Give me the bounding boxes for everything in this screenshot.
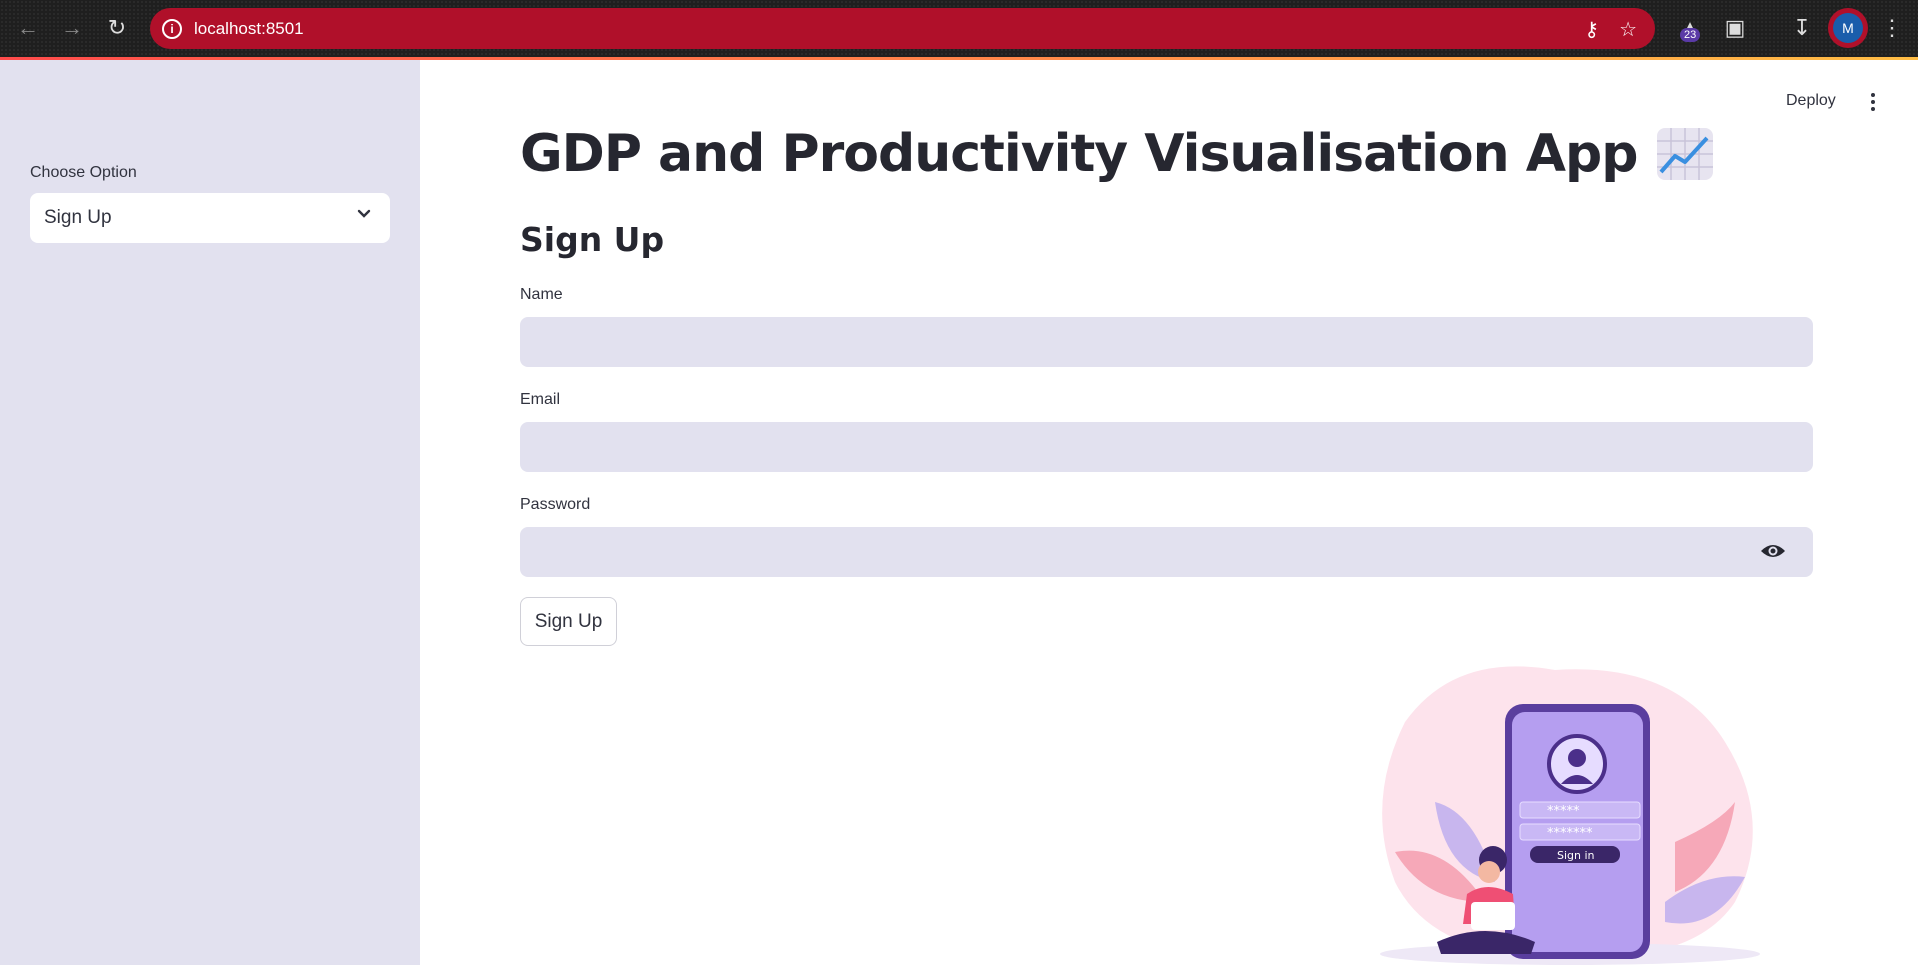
name-label: Name: [520, 286, 563, 303]
chevron-down-icon: [357, 209, 371, 218]
password-label: Password: [520, 496, 591, 513]
reload-icon[interactable]: ↻: [103, 14, 131, 42]
browser-menu-icon[interactable]: ⋮: [1874, 10, 1910, 46]
show-password-eye-icon[interactable]: [1760, 542, 1786, 560]
password-key-icon[interactable]: ⚷: [1584, 17, 1599, 42]
main-menu-icon[interactable]: [1864, 90, 1882, 114]
chart-increasing-icon: [1657, 128, 1714, 180]
url-text[interactable]: localhost:8501: [194, 19, 304, 39]
password-input[interactable]: [520, 527, 1813, 577]
sign-up-button[interactable]: Sign Up: [520, 597, 617, 646]
extension-badge: 23: [1680, 28, 1701, 42]
deploy-button[interactable]: Deploy: [1786, 92, 1836, 110]
email-input[interactable]: [520, 422, 1813, 472]
sign-in-illustration: ***** ******* Sign in: [1380, 666, 1760, 965]
page-title-text: GDP and Productivity Visualisation App: [520, 124, 1638, 184]
profile-initial: M: [1833, 13, 1863, 43]
section-heading: Sign Up: [520, 220, 665, 259]
extensions-puzzle-icon[interactable]: ▣: [1717, 10, 1753, 46]
back-icon[interactable]: ←: [14, 14, 42, 42]
page-title: GDP and Productivity Visualisation App: [520, 124, 1714, 184]
bookmark-star-icon[interactable]: ☆: [1619, 17, 1637, 42]
forward-icon[interactable]: →: [58, 14, 86, 42]
name-input[interactable]: [520, 317, 1813, 367]
download-icon[interactable]: ↧: [1784, 10, 1820, 46]
email-label: Email: [520, 391, 561, 408]
illustration-mask-1: *****: [1547, 804, 1580, 819]
illustration-button-text: Sign in: [1557, 849, 1595, 862]
browser-toolbar: ← → ↻ i localhost:8501 ⚷ ☆ ▲ 23 ▣ ↧ M ⋮: [0, 0, 1918, 57]
sidebar: Choose Option Sign Up: [0, 60, 420, 965]
address-bar[interactable]: i localhost:8501 ⚷ ☆: [150, 8, 1655, 49]
profile-avatar[interactable]: M: [1828, 8, 1868, 48]
select-value: Sign Up: [44, 207, 112, 228]
select-label: Choose Option: [30, 164, 137, 181]
option-select[interactable]: Sign Up: [30, 193, 390, 243]
illustration-mask-2: *******: [1547, 826, 1593, 841]
site-info-icon[interactable]: i: [162, 18, 182, 39]
